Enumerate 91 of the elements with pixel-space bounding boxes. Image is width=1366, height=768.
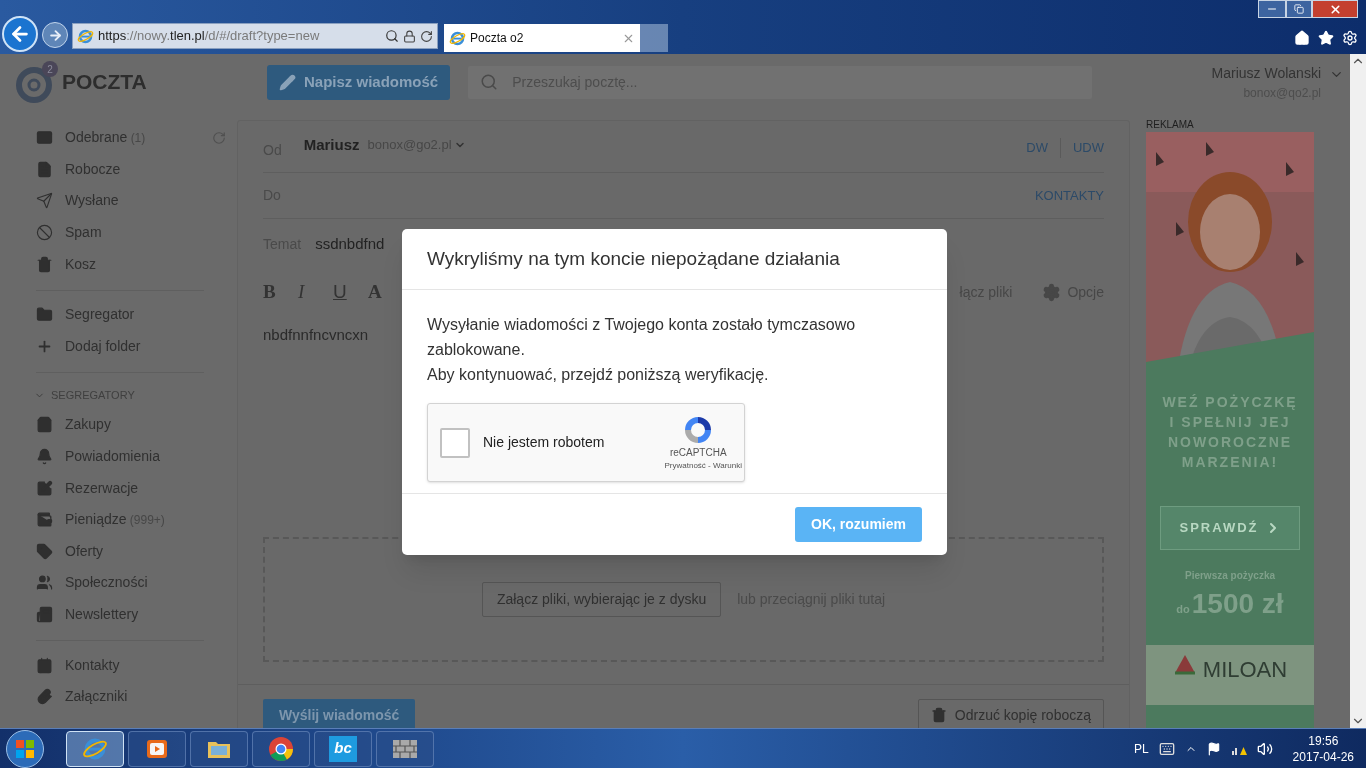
sidebar-item[interactable]: Spam xyxy=(36,216,226,249)
sidebar-item[interactable]: Robocze xyxy=(36,153,226,186)
sidebar-item[interactable]: Oferty xyxy=(36,535,226,568)
close-button[interactable] xyxy=(1312,0,1358,18)
compose-button[interactable]: Napisz wiadomość xyxy=(267,64,451,100)
sidebar-item[interactable]: Segregator xyxy=(36,298,226,331)
sidebar-item[interactable]: Kosz xyxy=(36,248,226,280)
home-icon[interactable] xyxy=(1294,30,1310,46)
taskbar-app[interactable]: bc xyxy=(314,730,372,767)
wallet-icon xyxy=(36,511,53,529)
trash-icon xyxy=(930,707,947,723)
start-button[interactable] xyxy=(6,729,44,768)
close-icon xyxy=(1328,2,1342,16)
bcc-link[interactable]: UDW xyxy=(1059,138,1104,158)
recaptcha-brand: reCAPTCHA xyxy=(669,445,727,460)
clock-date[interactable]: 2017-04-26 xyxy=(1292,748,1354,765)
page-icon xyxy=(77,27,94,45)
ad-brand: MILOAN xyxy=(1202,656,1288,684)
taskbar-app[interactable] xyxy=(128,730,186,767)
minimize-button[interactable] xyxy=(1258,0,1286,18)
lock-icon[interactable] xyxy=(403,29,416,43)
sidebar-item[interactable]: Newslettery xyxy=(36,598,226,631)
logo-superscript: 2 xyxy=(42,61,58,77)
ad-cta-button[interactable]: SPRAWDŹ xyxy=(1160,506,1300,550)
search-icon xyxy=(480,73,499,91)
sidebar-item[interactable]: Dodaj folder xyxy=(36,330,226,363)
scrollbar[interactable] xyxy=(1350,54,1366,728)
back-button[interactable] xyxy=(2,16,38,52)
clock-time[interactable]: 19:56 xyxy=(1308,732,1339,749)
logo-text: POCZTA xyxy=(62,69,147,96)
pencil-icon xyxy=(279,73,296,91)
page-icon xyxy=(449,29,466,47)
refresh-icon[interactable] xyxy=(420,29,433,43)
recaptcha-checkbox[interactable] xyxy=(440,427,470,458)
user-name: Mariusz Wolanski xyxy=(1211,63,1321,83)
bc-logo: bc xyxy=(329,735,357,762)
keyboard-icon[interactable] xyxy=(1158,740,1175,757)
forward-button[interactable] xyxy=(42,22,68,48)
recaptcha-links[interactable]: Prywatność - Warunki xyxy=(664,459,742,472)
ad-label: REKLAMA xyxy=(1146,118,1195,132)
taskbar-app[interactable] xyxy=(66,730,124,767)
chrome-icon xyxy=(268,735,294,762)
document-icon xyxy=(36,160,53,178)
ban-icon xyxy=(36,224,53,242)
from-name: Mariusz xyxy=(303,134,360,155)
users-icon xyxy=(36,574,53,592)
bell-icon xyxy=(36,448,53,466)
newspaper-icon xyxy=(36,606,53,623)
cc-link[interactable]: DW xyxy=(1026,138,1048,158)
browser-tab[interactable]: Poczta o2 xyxy=(444,24,640,52)
sidebar-item[interactable]: Załączniki xyxy=(36,680,226,713)
tag-icon xyxy=(36,542,53,560)
flag-icon[interactable] xyxy=(1206,741,1221,756)
address-bar[interactable]: https://nowy.tlen.pl/d/#/draft?type=new xyxy=(72,23,438,49)
search-icon[interactable] xyxy=(385,29,399,43)
sidebar-item[interactable]: Kontakty xyxy=(36,649,226,681)
watermelon-icon xyxy=(1172,653,1197,675)
restore-button[interactable] xyxy=(1286,0,1312,18)
dialog-text: Wysyłanie wiadomości z Twojego konta zostało tymczasowo zablokowane. xyxy=(427,315,857,360)
edit-icon xyxy=(36,479,53,497)
tab-title: Poczta o2 xyxy=(470,30,524,47)
restore-icon xyxy=(1294,4,1304,14)
mail-icon xyxy=(36,129,53,147)
settings-icon[interactable] xyxy=(1342,30,1358,46)
sidebar-item[interactable]: Wysłane xyxy=(36,185,226,217)
folder-icon xyxy=(36,306,53,324)
sidebar-item[interactable]: Powiadomienia xyxy=(36,440,226,473)
logo-icon xyxy=(16,67,52,103)
ok-button[interactable]: OK, rozumiem xyxy=(795,507,922,542)
sidebar-item[interactable]: Rezerwacje xyxy=(36,472,226,504)
send-button[interactable]: Wyślij wiadomość xyxy=(263,699,416,728)
send-icon xyxy=(36,192,53,210)
message-body[interactable]: nbdfnnfncvncxn xyxy=(263,326,369,343)
recaptcha-label: Nie jestem robotem xyxy=(483,433,605,452)
taskbar-app[interactable] xyxy=(190,730,248,767)
url-text: https://nowy.tlen.pl/d/#/draft?type=new xyxy=(98,27,320,46)
sidebar-item[interactable]: Zakupy xyxy=(36,409,226,441)
language-indicator[interactable]: PL xyxy=(1133,739,1149,758)
gear-icon xyxy=(1042,282,1062,302)
trash-icon xyxy=(36,255,53,273)
dialog-text: Aby kontynuować, przejdź poniższą weryfikację. xyxy=(427,365,770,385)
contacts-link[interactable]: KONTAKTY xyxy=(1034,185,1104,206)
sidebar-item[interactable]: Społeczności xyxy=(36,567,226,599)
favorites-icon[interactable] xyxy=(1318,30,1334,46)
speaker-icon[interactable] xyxy=(1256,740,1273,757)
windows-logo xyxy=(15,738,35,759)
attach-files-button[interactable]: Załącz pliki, wybierając je z dysku xyxy=(481,582,722,617)
dialog-title: Wykryliśmy na tym koncie niepożądane działania xyxy=(427,246,840,271)
taskbar-app[interactable] xyxy=(252,730,310,767)
subject-field[interactable]: ssdnbdfnd xyxy=(315,232,385,256)
brick-wall-icon xyxy=(392,737,418,760)
